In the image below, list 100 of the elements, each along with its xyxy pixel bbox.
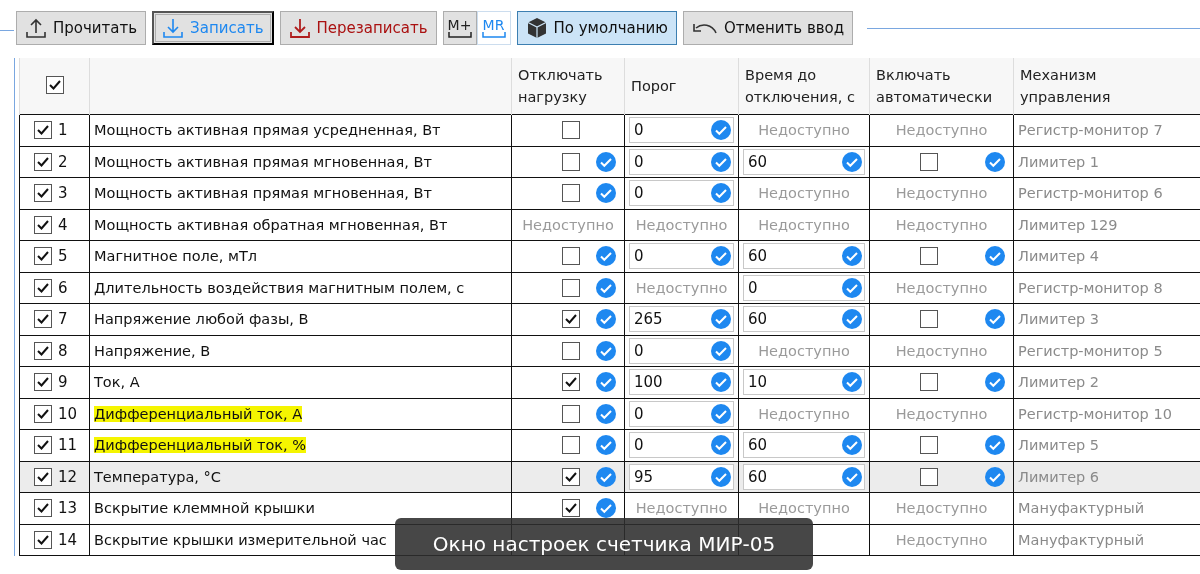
row-number: 2 (58, 152, 68, 171)
value-field[interactable]: 60 (743, 432, 865, 459)
column-header: Механизм управления (1020, 66, 1112, 107)
checkbox[interactable] (34, 530, 52, 549)
toolbar-button[interactable]: По умолчанию (516, 11, 677, 45)
unavailable-text: Недоступно (522, 216, 614, 233)
mechanism-text: Регистр-монитор 5 (1018, 342, 1163, 359)
check-circle-icon (711, 340, 731, 361)
mechanism-text: Лимитер 1 (1018, 153, 1100, 170)
value-field[interactable]: 0 (629, 148, 734, 175)
value-field[interactable]: 60 (743, 306, 865, 333)
memory-button[interactable]: M+ (442, 11, 477, 45)
memory-button[interactable]: MR (476, 11, 511, 45)
bracket-icon (447, 32, 472, 38)
checkbox[interactable] (34, 436, 52, 455)
row-number: 1 (58, 121, 68, 140)
checkbox[interactable] (920, 310, 938, 329)
value-field[interactable]: 95 (629, 463, 734, 490)
value-field[interactable]: 60 (743, 463, 865, 490)
check-circle-icon (711, 372, 731, 393)
toolbar-button[interactable]: Перезаписать (279, 11, 437, 45)
checkbox[interactable] (34, 341, 52, 360)
parameter-name: Мощность активная прямая мгновенная, Вт (94, 153, 432, 170)
checkbox[interactable] (34, 184, 52, 203)
unavailable-text: Недоступно (758, 216, 850, 233)
value-field[interactable]: 60 (743, 148, 865, 175)
cube-icon (525, 17, 548, 39)
checkbox[interactable] (34, 278, 52, 297)
checkbox[interactable] (34, 404, 52, 423)
parameter-name: Дифференциальный ток, А (94, 405, 303, 422)
value-field[interactable]: 10 (743, 369, 865, 396)
mechanism-text: Регистр-монитор 10 (1018, 405, 1172, 422)
checkbox[interactable] (562, 373, 580, 392)
unavailable-text: Недоступно (895, 216, 988, 233)
value-field[interactable]: 0 (629, 180, 734, 207)
value-field[interactable]: 0 (629, 117, 734, 144)
row-number: 13 (58, 499, 78, 518)
checkbox[interactable] (562, 121, 580, 140)
value-field[interactable]: 0 (629, 432, 734, 459)
column-header: Порог (631, 77, 677, 96)
mechanism-text: Мануфактурный (1018, 500, 1145, 517)
checkbox[interactable] (34, 499, 52, 518)
unavailable-text: Недоступно (758, 122, 850, 139)
value-field[interactable]: 0 (629, 337, 734, 364)
checkbox[interactable] (920, 467, 938, 486)
checkbox[interactable] (562, 436, 580, 455)
checkbox[interactable] (562, 184, 580, 203)
row-number: 12 (58, 467, 78, 486)
checkbox[interactable] (34, 310, 52, 329)
check-circle-icon (711, 151, 731, 172)
unavailable-text: Недоступно (895, 342, 988, 359)
check-circle-icon (711, 435, 731, 456)
checkbox[interactable] (920, 373, 938, 392)
value-field[interactable]: 0 (629, 400, 734, 427)
unavailable-text: Недоступно (895, 405, 988, 422)
value-field[interactable]: 60 (743, 243, 865, 270)
value-field[interactable]: 0 (629, 243, 734, 270)
checkbox[interactable] (562, 278, 580, 297)
row-number: 11 (58, 436, 78, 455)
checkbox[interactable] (34, 467, 52, 486)
unavailable-text: Недоступно (758, 500, 850, 517)
mechanism-text: Регистр-монитор 6 (1018, 185, 1163, 202)
checkbox[interactable] (562, 499, 580, 518)
checkbox[interactable] (562, 467, 580, 486)
checkbox[interactable] (920, 152, 938, 171)
check-circle-icon (842, 151, 862, 172)
checkbox[interactable] (562, 152, 580, 171)
checkbox[interactable] (34, 373, 52, 392)
checkbox[interactable] (562, 341, 580, 360)
unavailable-text: Недоступно (895, 531, 988, 548)
checkbox[interactable] (562, 247, 580, 266)
checkbox[interactable] (562, 310, 580, 329)
checkbox[interactable] (34, 215, 52, 234)
value-field[interactable]: 265 (629, 306, 734, 333)
checkbox[interactable] (34, 121, 52, 140)
value-field[interactable]: 100 (629, 369, 734, 396)
check-circle-icon (711, 309, 731, 330)
parameter-name: Длительность воздействия магнитным полем, с (94, 279, 465, 296)
row-number: 8 (58, 341, 68, 360)
checkbox[interactable] (45, 76, 64, 94)
checkbox[interactable] (920, 436, 938, 455)
checkbox[interactable] (920, 247, 938, 266)
mechanism-text: Лимитер 2 (1018, 374, 1100, 391)
toolbar-button[interactable]: Прочитать (16, 11, 147, 45)
toolbar-button[interactable]: Отменить ввод (682, 11, 854, 45)
value-field[interactable]: 0 (743, 274, 865, 301)
check-circle-icon (842, 309, 862, 330)
row-number: 14 (58, 530, 78, 549)
upload-icon (25, 17, 47, 39)
mechanism-text: Лимитер 6 (1018, 468, 1100, 485)
checkbox[interactable] (34, 152, 52, 171)
mechanism-text: Регистр-монитор 7 (1018, 122, 1163, 139)
checkbox[interactable] (562, 404, 580, 423)
row-number: 10 (58, 404, 78, 423)
checkbox[interactable] (34, 247, 52, 266)
row-number: 6 (58, 278, 68, 297)
bracket-icon (481, 32, 506, 38)
unavailable-text: Недоступно (895, 185, 988, 202)
mechanism-text: Регистр-монитор 8 (1018, 279, 1163, 296)
row-number: 9 (58, 373, 68, 392)
